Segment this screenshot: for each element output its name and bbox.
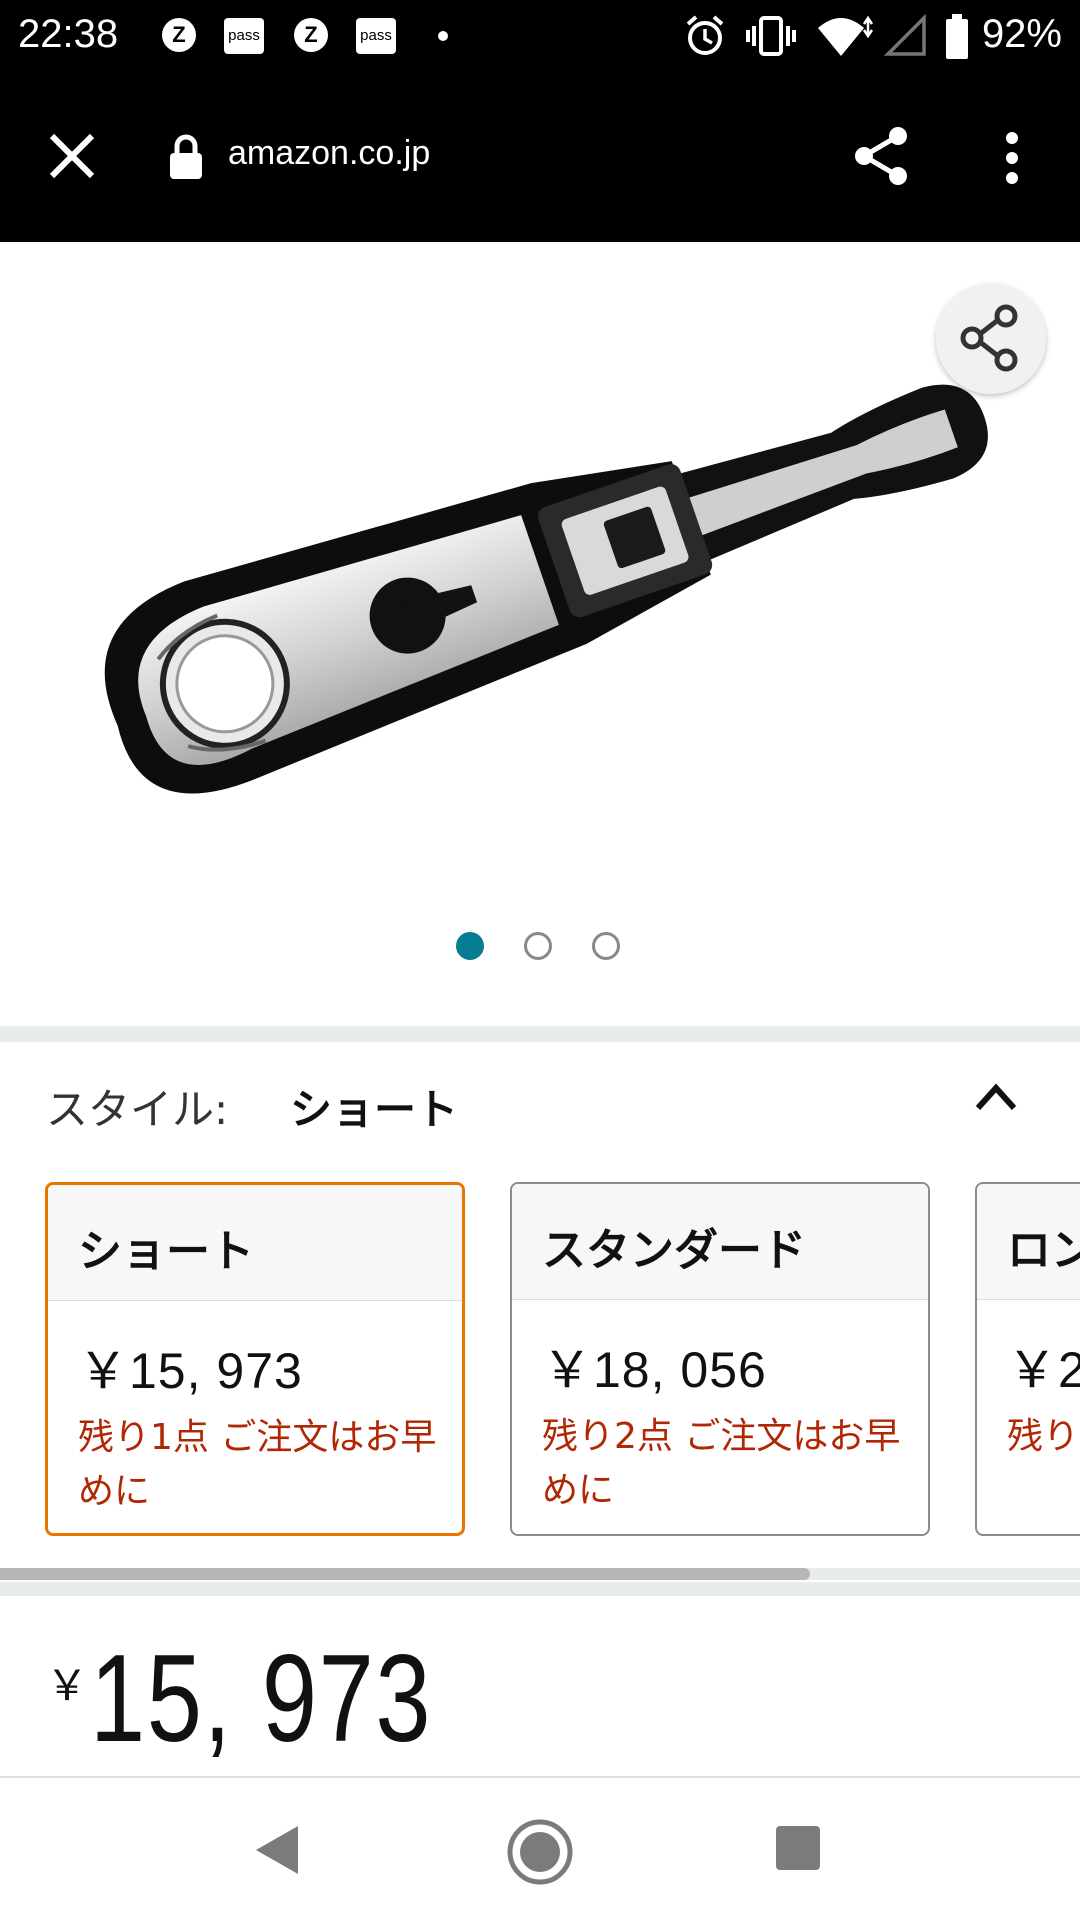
share-icon [960, 304, 1018, 372]
option-price: ￥2 [1007, 1342, 1080, 1398]
z-app-icon: Z [294, 18, 328, 52]
alarm-icon [686, 15, 724, 55]
url-text[interactable]: amazon.co.jp [228, 134, 430, 173]
signal-icon [884, 14, 926, 56]
carousel-scrollbar[interactable] [0, 1568, 810, 1580]
option-stock-status: 残り2点 ご注文はお早めに [542, 1416, 901, 1511]
style-options-carousel[interactable]: ショート ￥15, 973 残り1点 ご注文はお早めに スタンダード ￥18, … [0, 1182, 1080, 1538]
section-divider [0, 1026, 1080, 1042]
status-bar: 22:38 Z pass Z pass 92% [0, 0, 1080, 72]
pass-app-icon: pass [224, 18, 264, 54]
ratchet-wrench-image[interactable] [0, 250, 1080, 890]
style-label: スタイル: [46, 1085, 229, 1134]
back-icon[interactable] [252, 1822, 302, 1878]
share-icon[interactable] [852, 124, 912, 188]
recents-icon[interactable] [776, 1826, 820, 1870]
option-stock-status: 残り [1007, 1416, 1080, 1457]
option-price: ￥15, 973 [78, 1343, 303, 1399]
style-selected-value: ショート [290, 1085, 459, 1134]
lock-icon [170, 134, 202, 179]
price-value: 15, 973 [90, 1630, 433, 1768]
browser-toolbar: amazon.co.jp [0, 72, 1080, 242]
more-notifications-dot [438, 31, 448, 41]
style-option-standard[interactable]: スタンダード ￥18, 056 残り2点 ご注文はお早めに [510, 1182, 930, 1536]
z-app-icon: Z [162, 18, 196, 52]
option-name: ショート [48, 1185, 462, 1301]
system-navigation-bar [0, 1776, 1080, 1920]
option-name: スタンダード [512, 1184, 928, 1300]
wifi-icon [818, 15, 874, 56]
carousel-dot-3[interactable] [592, 932, 620, 960]
option-price: ￥18, 056 [542, 1342, 767, 1398]
style-option-long[interactable]: ロン ￥2 残り [975, 1182, 1080, 1536]
option-stock-status: 残り1点 ご注文はお早めに [78, 1417, 437, 1512]
close-icon[interactable] [44, 128, 100, 184]
chevron-up-icon[interactable] [972, 1078, 1020, 1114]
section-divider [0, 1582, 1080, 1596]
vibrate-icon [746, 16, 796, 56]
image-share-button[interactable] [936, 284, 1046, 394]
home-icon[interactable] [506, 1818, 574, 1886]
option-name: ロン [977, 1184, 1080, 1300]
style-selector-header: スタイル: ショート [46, 1076, 458, 1137]
carousel-dot-2[interactable] [524, 932, 552, 960]
battery-icon [946, 14, 968, 59]
style-option-short[interactable]: ショート ￥15, 973 残り1点 ご注文はお早めに [45, 1182, 465, 1536]
currency-symbol: ￥ [46, 1662, 89, 1709]
more-vert-icon[interactable] [994, 130, 1030, 186]
status-time: 22:38 [18, 12, 119, 56]
image-carousel-indicator [456, 932, 626, 962]
pass-app-icon: pass [356, 18, 396, 54]
carousel-dot-1[interactable] [456, 932, 484, 960]
battery-percent: 92% [981, 12, 1062, 56]
